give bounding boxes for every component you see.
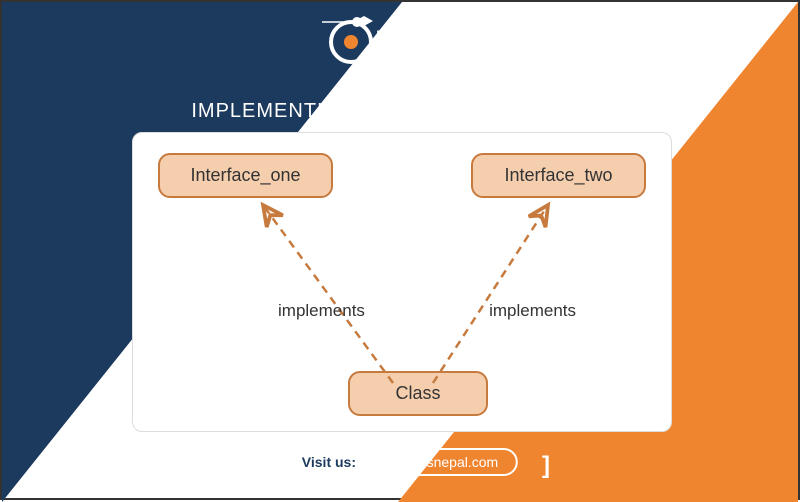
implements-label-right: implements [489,301,576,321]
logo-line3: Nepal [396,68,425,80]
implements-label-left: implements [278,301,365,321]
visit-label: Visit us: [302,454,356,470]
visit-us-link[interactable]: Visit us: onlinenotesnepal.com [282,448,518,476]
bracket-right-icon: ] [542,452,550,480]
uml-diagram: Interface_one Interface_two Class implem… [132,132,672,432]
implements-arrows [133,133,673,433]
main-container: NLINE N otes Nepal IMPLEMENTING MULTIPLE… [0,0,800,500]
logo-line2: otes [396,54,425,68]
logo-n-icon: N [376,56,395,87]
logo-o-icon [329,20,373,64]
visit-url: onlinenotesnepal.com [362,454,498,470]
bracket-left-icon: [ [250,452,258,480]
brand-logo: NLINE N otes Nepal [329,20,471,87]
page-title: IMPLEMENTING MULTIPLE INTERFACES [2,100,798,123]
